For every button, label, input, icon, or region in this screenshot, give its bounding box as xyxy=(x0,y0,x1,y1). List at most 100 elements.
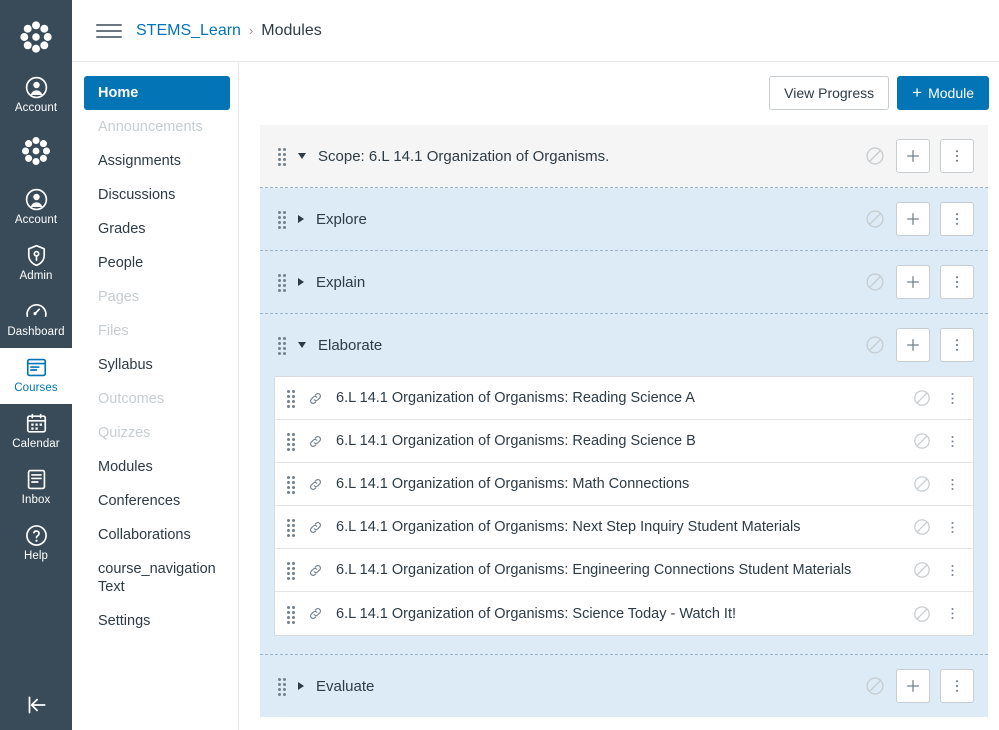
admin-shield-icon xyxy=(24,243,49,268)
module-kebab-menu-button[interactable] xyxy=(940,328,974,362)
link-icon xyxy=(307,433,324,450)
module-item-row[interactable]: 6.L 14.1 Organization of Organisms: Scie… xyxy=(275,592,973,635)
module-actions xyxy=(864,202,974,236)
module-add-item-button[interactable] xyxy=(896,139,930,173)
course-nav-item-assignments[interactable]: Assignments xyxy=(84,144,230,178)
global-nav-item-courses[interactable]: Courses xyxy=(0,348,72,404)
module-item-kebab-menu-button[interactable] xyxy=(944,433,961,450)
course-nav-item-syllabus[interactable]: Syllabus xyxy=(84,348,230,382)
drag-handle-icon[interactable] xyxy=(278,337,286,355)
global-nav-item-inbox[interactable]: Inbox xyxy=(0,460,72,516)
module-add-item-button[interactable] xyxy=(896,669,930,703)
course-nav-item-course-navigation-text[interactable]: course_navigation Text xyxy=(84,552,230,604)
module-item-kebab-menu-button[interactable] xyxy=(944,476,961,493)
module-publish-status-icon[interactable] xyxy=(864,334,886,356)
link-icon xyxy=(307,605,324,622)
drag-handle-icon[interactable] xyxy=(287,519,295,537)
chevron-down-icon[interactable] xyxy=(298,153,306,159)
body-row: Home Announcements Assignments Discussions G… xyxy=(72,62,999,730)
main-column: STEMS_Learn › Modules Home Announcements A… xyxy=(72,0,999,730)
module-item-kebab-menu-button[interactable] xyxy=(944,390,961,407)
course-nav-item-modules[interactable]: Modules xyxy=(84,450,230,484)
drag-handle-icon[interactable] xyxy=(278,211,286,229)
drag-handle-icon[interactable] xyxy=(287,605,295,624)
global-nav-item-admin[interactable]: Admin xyxy=(0,236,72,292)
module-item-kebab-menu-button[interactable] xyxy=(944,562,961,579)
module-item-row[interactable]: 6.L 14.1 Organization of Organisms: Next… xyxy=(275,506,973,549)
breadcrumb-current-page: Modules xyxy=(261,21,322,39)
hamburger-menu-icon[interactable] xyxy=(96,23,122,38)
module-publish-status-icon[interactable] xyxy=(864,675,886,697)
module-header: Scope: 6.L 14.1 Organization of Organism… xyxy=(260,125,988,187)
drag-handle-icon[interactable] xyxy=(287,562,295,580)
course-nav-item-collaborations[interactable]: Collaborations xyxy=(84,518,230,552)
chevron-right-icon[interactable] xyxy=(298,278,304,286)
collapse-left-arrow-icon[interactable] xyxy=(0,680,72,730)
module-publish-status-icon[interactable] xyxy=(864,208,886,230)
module-kebab-menu-button[interactable] xyxy=(940,202,974,236)
module-item-publish-status-icon[interactable] xyxy=(912,604,932,624)
module-item-kebab-menu-button[interactable] xyxy=(944,519,961,536)
link-icon xyxy=(307,476,324,493)
module-item-row[interactable]: 6.L 14.1 Organization of Organisms: Math… xyxy=(275,463,973,506)
chevron-down-icon[interactable] xyxy=(298,342,306,348)
drag-handle-icon[interactable] xyxy=(278,148,286,166)
module-item-title: 6.L 14.1 Organization of Organisms: Read… xyxy=(336,390,695,406)
module-item-publish-status-icon[interactable] xyxy=(912,517,932,537)
global-nav-item-help[interactable]: Help xyxy=(0,516,72,572)
module-items: 6.L 14.1 Organization of Organisms: Read… xyxy=(260,376,988,654)
module-publish-status-icon[interactable] xyxy=(864,271,886,293)
module-item-actions xyxy=(912,560,961,580)
drag-handle-icon[interactable] xyxy=(287,476,295,494)
module-item-kebab-menu-button[interactable] xyxy=(944,605,961,622)
course-nav-item-conferences[interactable]: Conferences xyxy=(84,484,230,518)
global-nav-item-account[interactable]: Account xyxy=(0,68,72,124)
module-item-actions xyxy=(912,474,961,494)
module-item-row[interactable]: 6.L 14.1 Organization of Organisms: Read… xyxy=(275,377,973,420)
module-explore: Explore xyxy=(260,188,988,251)
canvas-logo-icon[interactable] xyxy=(0,6,72,68)
global-nav-item-account[interactable]: Account xyxy=(0,180,72,236)
add-module-label: Module xyxy=(928,85,974,101)
course-nav-item-files: Files xyxy=(98,323,129,339)
module-kebab-menu-button[interactable] xyxy=(940,669,974,703)
drag-handle-icon[interactable] xyxy=(287,390,295,408)
course-nav-item-home[interactable]: Home xyxy=(84,76,230,110)
drag-handle-icon[interactable] xyxy=(278,678,286,696)
global-nav-item-label: Help xyxy=(23,550,49,562)
module-title: Explore xyxy=(316,210,367,228)
course-nav-item-people[interactable]: People xyxy=(84,246,230,280)
modules-list: Scope: 6.L 14.1 Organization of Organism… xyxy=(259,124,989,718)
module-actions xyxy=(864,328,974,362)
drag-handle-icon[interactable] xyxy=(287,433,295,451)
module-header: Elaborate xyxy=(260,314,988,376)
module-item-publish-status-icon[interactable] xyxy=(912,474,932,494)
module-add-item-button[interactable] xyxy=(896,265,930,299)
breadcrumb-course-link[interactable]: STEMS_Learn xyxy=(136,22,241,40)
canvas-modules-page: Account Account Admin Dashboard Courses Calen… xyxy=(0,0,999,730)
link-icon xyxy=(307,562,324,579)
view-progress-button[interactable]: View Progress xyxy=(769,76,890,110)
module-kebab-menu-button[interactable] xyxy=(940,265,974,299)
add-module-button[interactable]: + Module xyxy=(897,76,989,110)
chevron-right-icon[interactable] xyxy=(298,682,304,690)
modules-content: View Progress + Module Scope: 6.L 14.1 O… xyxy=(239,62,999,730)
module-item-row[interactable]: 6.L 14.1 Organization of Organisms: Read… xyxy=(275,420,973,463)
module-add-item-button[interactable] xyxy=(896,328,930,362)
course-nav-item-discussions[interactable]: Discussions xyxy=(84,178,230,212)
module-item-publish-status-icon[interactable] xyxy=(912,431,932,451)
module-publish-status-icon[interactable] xyxy=(864,145,886,167)
global-nav-item-calendar[interactable]: Calendar xyxy=(0,404,72,460)
module-item-publish-status-icon[interactable] xyxy=(912,388,932,408)
breadcrumb: STEMS_Learn › Modules xyxy=(136,22,322,40)
course-nav-item-settings[interactable]: Settings xyxy=(84,604,230,638)
chevron-right-icon[interactable] xyxy=(298,215,304,223)
global-nav-item-logo[interactable] xyxy=(0,124,72,180)
module-item-row[interactable]: 6.L 14.1 Organization of Organisms: Engi… xyxy=(275,549,973,592)
module-kebab-menu-button[interactable] xyxy=(940,139,974,173)
module-add-item-button[interactable] xyxy=(896,202,930,236)
module-item-publish-status-icon[interactable] xyxy=(912,560,932,580)
global-nav-item-dashboard[interactable]: Dashboard xyxy=(0,292,72,348)
drag-handle-icon[interactable] xyxy=(278,274,286,292)
course-nav-item-grades[interactable]: Grades xyxy=(84,212,230,246)
